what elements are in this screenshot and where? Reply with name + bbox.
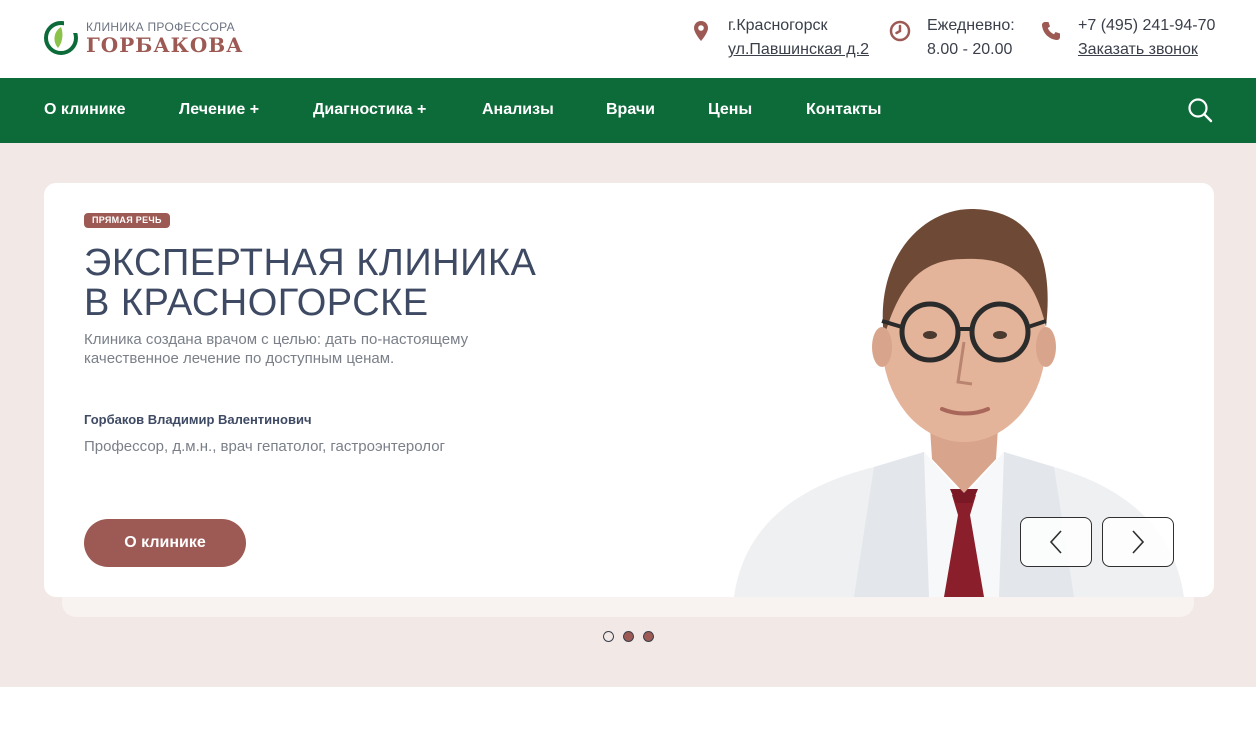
nav-item-contacts[interactable]: Контакты <box>806 78 881 143</box>
slider-dot-1[interactable] <box>603 631 614 642</box>
chevron-left-icon <box>1049 530 1062 554</box>
logo-top-line: КЛИНИКА ПРОФЕССОРА <box>86 20 235 34</box>
hero-title: ЭКСПЕРТНАЯ КЛИНИКА В КРАСНОГОРСКЕ <box>84 243 604 323</box>
logo[interactable]: КЛИНИКА ПРОФЕССОРА ГОРБАКОВА <box>44 20 243 56</box>
quote-badge: ПРЯМАЯ РЕЧЬ <box>84 213 170 228</box>
hero-title-line1: ЭКСПЕРТНАЯ КЛИНИКА <box>84 242 537 284</box>
nav-item-prices[interactable]: Цены <box>708 78 752 143</box>
phone-number[interactable]: +7 (495) 241-94-70 <box>1078 14 1215 38</box>
address-city: г.Красногорск <box>728 17 828 34</box>
address-block: г.Красногорск ул.Павшинская д.2 <box>690 14 869 62</box>
address-street-link[interactable]: ул.Павшинская д.2 <box>728 38 869 62</box>
site-header: КЛИНИКА ПРОФЕССОРА ГОРБАКОВА г.Красногор… <box>0 0 1256 78</box>
logo-icon <box>44 21 78 55</box>
doctor-role: Профессор, д.м.н., врач гепатолог, гастр… <box>84 438 446 455</box>
hero-slide-card: ПРЯМАЯ РЕЧЬ ЭКСПЕРТНАЯ КЛИНИКА В КРАСНОГ… <box>44 183 1214 597</box>
nav-item-about[interactable]: О клинике <box>44 78 126 145</box>
search-icon[interactable] <box>1186 96 1214 124</box>
doctor-name: Горбаков Владимир Валентинович <box>84 412 312 427</box>
callback-link[interactable]: Заказать звонок <box>1078 38 1215 62</box>
slider-dot-3[interactable] <box>643 631 654 642</box>
slider-pagination <box>603 631 663 642</box>
hours-block: Ежедневно: 8.00 - 20.00 <box>889 14 1015 62</box>
chevron-right-icon <box>1132 530 1145 554</box>
nav-item-treatment[interactable]: Лечение + <box>179 78 259 143</box>
slider-prev-button[interactable] <box>1020 517 1092 567</box>
slider-dot-2[interactable] <box>623 631 634 642</box>
logo-bottom-line: ГОРБАКОВА <box>86 33 244 57</box>
nav-item-doctors[interactable]: Врачи <box>606 78 655 143</box>
main-nav: О клинике Лечение + Диагностика + Анализ… <box>0 78 1256 145</box>
phone-block: +7 (495) 241-94-70 Заказать звонок <box>1040 14 1215 62</box>
clock-icon <box>889 20 911 42</box>
about-clinic-button[interactable]: О клинике <box>84 519 246 567</box>
phone-icon <box>1042 22 1060 40</box>
hours-value: 8.00 - 20.00 <box>927 41 1013 58</box>
slider-next-button[interactable] <box>1102 517 1174 567</box>
hours-label: Ежедневно: <box>927 17 1015 34</box>
hero-title-line2: В КРАСНОГОРСКЕ <box>84 282 429 324</box>
nav-item-diagnostics[interactable]: Диагностика + <box>313 78 426 143</box>
nav-item-tests[interactable]: Анализы <box>482 78 554 143</box>
location-pin-icon <box>694 21 708 41</box>
hero-subtitle: Клиника создана врачом с целью: дать по-… <box>84 331 469 367</box>
